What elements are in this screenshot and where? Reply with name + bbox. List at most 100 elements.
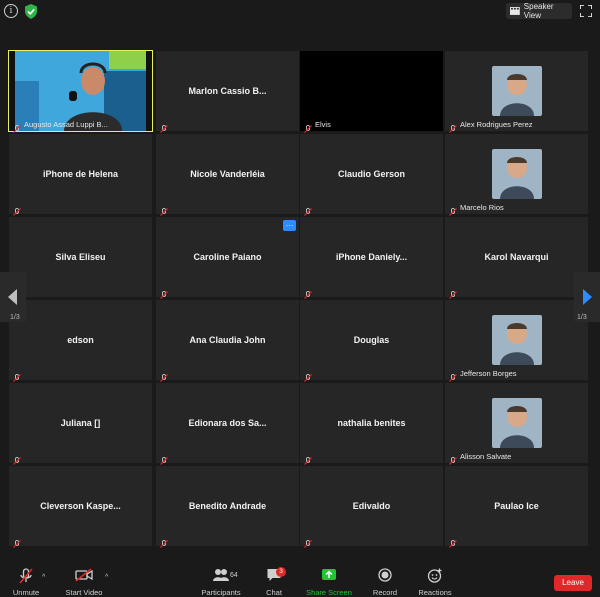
participant-name: edson: [67, 335, 94, 345]
participant-tile[interactable]: Edionara dos Sa...: [156, 383, 299, 465]
participants-icon: [213, 569, 229, 581]
participant-tile[interactable]: Elvis: [300, 51, 443, 133]
participant-video: [9, 51, 152, 131]
participant-tile[interactable]: Caroline Paiano…: [156, 217, 299, 299]
participant-name: Ana Claudia John: [189, 335, 266, 345]
participant-tile[interactable]: Marcelo Rios: [445, 134, 588, 216]
participant-tile[interactable]: Cleverson Kaspe...: [9, 466, 152, 548]
mic-muted-icon: [160, 369, 168, 382]
meeting-toolbar: Unmute ^ Start Video ^ Participants 64 C…: [0, 562, 600, 597]
participants-count: 64: [230, 572, 238, 579]
mic-muted-icon: [160, 535, 168, 548]
reactions-label: Reactions: [418, 588, 452, 597]
chat-unread-badge: 3: [276, 567, 286, 577]
mic-muted-icon: [13, 203, 21, 216]
mic-muted-icon: [13, 452, 21, 465]
mic-muted-icon: [160, 120, 168, 133]
mic-muted-icon: [304, 452, 312, 465]
participant-name: Silva Eliseu: [55, 252, 106, 262]
reactions-button[interactable]: Reactions: [416, 562, 454, 597]
unmute-button[interactable]: Unmute: [8, 562, 44, 597]
participants-label: Participants: [201, 588, 241, 597]
participant-name: Karol Navarqui: [484, 252, 549, 262]
participant-tile[interactable]: iPhone Daniely...: [300, 217, 443, 299]
fullscreen-icon[interactable]: [580, 5, 592, 17]
start-video-button[interactable]: Start Video: [64, 562, 104, 597]
participant-name: Marlon Cassio B...: [188, 86, 267, 96]
participant-name: iPhone de Helena: [42, 169, 119, 179]
participant-name: Benedito Andrade: [188, 501, 267, 511]
participant-tile[interactable]: nathalia benites: [300, 383, 443, 465]
participant-tile[interactable]: Karol Navarqui: [445, 217, 588, 299]
participant-avatar: [491, 398, 542, 448]
mic-muted-icon: [449, 452, 457, 465]
participant-video: [300, 51, 443, 131]
participants-button[interactable]: Participants: [198, 562, 244, 597]
mic-muted-icon: [449, 535, 457, 548]
mic-muted-icon: [304, 120, 312, 133]
participant-tile[interactable]: Edivaldo: [300, 466, 443, 548]
participant-avatar: [491, 149, 542, 199]
mic-muted-icon: [13, 369, 21, 382]
participant-name: Nicole Vanderléia: [190, 169, 265, 179]
audio-options-caret[interactable]: ^: [42, 574, 45, 581]
page-indicator-right: 1/3: [577, 314, 587, 321]
more-options-button[interactable]: …: [283, 220, 296, 231]
mic-muted-icon: [13, 120, 21, 133]
participant-tile[interactable]: Jefferson Borges: [445, 300, 588, 382]
participant-tile[interactable]: edson: [9, 300, 152, 382]
participant-name: Edionara dos Sa...: [188, 418, 267, 428]
participant-name: Elvis: [315, 120, 331, 129]
participant-tile[interactable]: Marlon Cassio B...: [156, 51, 299, 133]
speaker-view-label: Speaker View: [523, 2, 554, 20]
mic-muted-icon: [19, 568, 33, 584]
participant-tile[interactable]: Paulao Ice: [445, 466, 588, 548]
participant-avatar: [491, 66, 542, 116]
mic-muted-icon: [160, 203, 168, 216]
video-options-caret[interactable]: ^: [105, 574, 108, 581]
participant-name: Paulao Ice: [494, 501, 539, 511]
speaker-view-icon: [510, 7, 520, 15]
participant-name: Juliana []: [60, 418, 101, 428]
participant-tile[interactable]: Alisson Salvate: [445, 383, 588, 465]
share-screen-button[interactable]: Share Screen: [304, 562, 354, 597]
mic-muted-icon: [449, 369, 457, 382]
participant-tile[interactable]: Ana Claudia John: [156, 300, 299, 382]
speaker-view-button[interactable]: Speaker View: [506, 2, 572, 20]
reactions-icon: [427, 568, 442, 583]
participant-name: Claudio Gerson: [337, 169, 405, 179]
record-icon: [378, 568, 392, 582]
chat-label: Chat: [266, 588, 282, 597]
participant-name: Marcelo Rios: [460, 203, 504, 212]
shield-check-icon[interactable]: [24, 4, 38, 19]
participant-tile[interactable]: Silva Eliseu: [9, 217, 152, 299]
participant-tile[interactable]: Nicole Vanderléia: [156, 134, 299, 216]
participant-name: Alex Rodrigues Perez: [460, 120, 533, 129]
top-bar: i Speaker View: [0, 0, 600, 24]
participant-name: iPhone Daniely...: [335, 252, 408, 262]
participant-tile[interactable]: Juliana []: [9, 383, 152, 465]
participant-tile[interactable]: Augusto Assad Luppi B...: [8, 50, 153, 133]
participant-tile[interactable]: Claudio Gerson: [300, 134, 443, 216]
participant-name: Alisson Salvate: [460, 452, 512, 461]
participant-avatar: [491, 315, 542, 365]
participant-name: Cleverson Kaspe...: [40, 501, 121, 511]
leave-button[interactable]: Leave: [554, 575, 592, 591]
mic-muted-icon: [160, 452, 168, 465]
video-off-icon: [75, 568, 93, 582]
mic-muted-icon: [304, 535, 312, 548]
start-video-label: Start Video: [65, 588, 103, 597]
mic-muted-icon: [449, 120, 457, 133]
mic-muted-icon: [160, 286, 168, 299]
mic-muted-icon: [449, 286, 457, 299]
participant-tile[interactable]: Benedito Andrade: [156, 466, 299, 548]
mic-muted-icon: [304, 286, 312, 299]
participant-tile[interactable]: Alex Rodrigues Perez: [445, 51, 588, 133]
participant-tile[interactable]: iPhone de Helena: [9, 134, 152, 216]
record-button[interactable]: Record: [370, 562, 400, 597]
info-icon[interactable]: i: [4, 4, 18, 18]
participant-name: Edivaldo: [352, 501, 391, 511]
mic-muted-icon: [13, 535, 21, 548]
participant-tile[interactable]: Douglas: [300, 300, 443, 382]
participant-name: Augusto Assad Luppi B...: [24, 120, 108, 129]
